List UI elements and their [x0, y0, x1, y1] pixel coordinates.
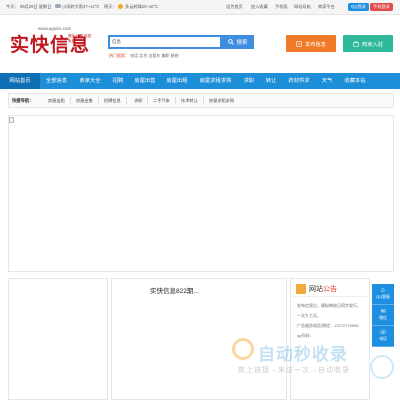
quick-link-used-car[interactable]: 二手汽车 — [153, 98, 170, 104]
broken-image-icon — [9, 117, 14, 123]
merchant-button[interactable]: 商家入驻 — [343, 35, 393, 52]
center-panel — [111, 278, 287, 400]
nav-house-sale[interactable]: 房屋出售 — [129, 73, 161, 89]
main-nav: 网站首页 全部信息 商家大全 招聘 房屋出售 房屋出租 房屋求租求购 求职 转让… — [0, 73, 400, 89]
left-panel — [8, 278, 108, 400]
logo-slogan: 便民·快捷 信息·免费 — [68, 34, 93, 43]
loading-icon — [370, 355, 394, 379]
search-icon — [228, 39, 235, 45]
store-icon — [353, 40, 359, 47]
tomorrow-label: 明天： — [104, 4, 117, 9]
quick-nav-label: 快捷导航： — [12, 98, 34, 103]
divider — [203, 97, 204, 104]
divider — [98, 97, 99, 104]
quick-link-job-seek[interactable]: 求职 — [134, 98, 142, 104]
notice-line: 广告服务电话/微信：13772770000 — [297, 323, 359, 328]
quick-link-house-wanted[interactable]: 房屋求租求购 — [209, 98, 234, 104]
hot-word[interactable]: 兼职 — [162, 53, 170, 58]
rain-cloud-icon — [55, 4, 61, 8]
site-nav-link[interactable]: 网站导航 — [294, 4, 311, 10]
mobile-login-button[interactable]: 手机登录 — [370, 3, 393, 11]
notice-line: qq号码： — [297, 333, 314, 338]
notice-line: 一次九七天。 — [297, 313, 321, 318]
nav-merchants[interactable]: 商家大全 — [73, 73, 107, 89]
divider — [147, 97, 148, 104]
hot-word[interactable]: 出租车 — [148, 53, 160, 58]
hot-word[interactable]: 北京 — [139, 53, 147, 58]
watermark-logo — [232, 338, 254, 360]
notice-line: 发布信息后，模拟审核日同步发行， — [297, 303, 361, 308]
center-panel-title[interactable]: 实快信息822期... — [150, 285, 199, 295]
merchant-button-label: 商家入驻 — [361, 41, 384, 48]
divider — [290, 296, 370, 297]
qq-login-button[interactable]: QQ登录 — [348, 3, 369, 11]
banner-area — [8, 115, 394, 272]
sun-icon — [118, 4, 123, 9]
top-bar: 今天： 06月29日 星期日 小雨转大雨27~14°C 明天： 多云转晴20~1… — [0, 0, 400, 15]
hot-word[interactable]: 电话 — [130, 53, 138, 58]
phone-icon: ☏ — [379, 330, 387, 336]
divider — [126, 97, 127, 104]
nav-job-seek[interactable]: 求职 — [238, 73, 260, 89]
megaphone-icon — [296, 284, 306, 294]
phone-label: 电话 — [379, 337, 387, 341]
date-text: 06月29日 星期日 — [20, 4, 52, 9]
search-button[interactable]: 搜索 — [222, 35, 254, 49]
hot-search: 热门搜索： 电话 北京 出租车 兼职 装修 — [109, 53, 179, 59]
edit-icon — [296, 40, 302, 47]
watermark-subtext: 数上链接→来访一次→自动收录 — [238, 367, 350, 374]
qq-service-label: QQ客服 — [376, 295, 390, 299]
tomorrow-weather: 多云转晴20~10°C — [125, 4, 159, 9]
hot-search-label: 热门搜索： — [109, 53, 129, 58]
nav-all-info[interactable]: 全部信息 — [40, 73, 73, 89]
merchant-platform-link[interactable]: 商家平台 — [318, 4, 335, 10]
nav-house-wanted[interactable]: 房屋求租求购 — [193, 73, 238, 89]
nav-recruit[interactable]: 招聘 — [107, 73, 129, 89]
notice-title-b: 公告 — [323, 286, 337, 293]
divider — [175, 97, 176, 104]
hot-word[interactable]: 装修 — [171, 53, 179, 58]
qq-service-button[interactable]: ☺ QQ客服 — [372, 284, 394, 305]
nav-transfer[interactable]: 转让 — [260, 73, 282, 89]
today-weather: 小雨转大雨27~14°C — [62, 4, 100, 9]
phone-button[interactable]: ☏ 电话 — [372, 326, 394, 347]
wechat-icon: ✉ — [380, 309, 386, 315]
nav-bookmark[interactable]: 收藏本站 — [338, 73, 372, 89]
wechat-label: 微信 — [379, 316, 387, 320]
nav-house-rent[interactable]: 房屋出租 — [161, 73, 193, 89]
quick-link-house-rent[interactable]: 房屋出租 — [48, 98, 65, 104]
publish-button[interactable]: 发布信息 — [286, 35, 336, 52]
mobile-version-link[interactable]: 手机版 — [275, 4, 288, 10]
add-favorite-link[interactable]: 加入收藏 — [251, 4, 268, 10]
nav-home[interactable]: 网站首页 — [0, 73, 40, 89]
quick-link-tech-transfer[interactable]: 技术转让 — [181, 98, 198, 104]
nav-herbs[interactable]: 药材供求 — [282, 73, 316, 89]
publish-button-label: 发布信息 — [304, 41, 327, 48]
notice-title: 网站公告 — [309, 284, 337, 294]
search-input[interactable] — [110, 37, 224, 47]
search-button-label: 搜索 — [236, 40, 248, 46]
divider — [70, 97, 71, 104]
quick-nav — [8, 93, 394, 108]
set-homepage-link[interactable]: 设为首页 — [226, 4, 243, 10]
quick-link-recruit[interactable]: 招聘信息 — [104, 98, 121, 104]
chat-icon: ☺ — [379, 288, 387, 294]
wechat-button[interactable]: ✉ 微信 — [372, 305, 394, 326]
nav-weather[interactable]: 天气 — [316, 73, 338, 89]
watermark-text: 自动秒收录 — [258, 345, 348, 364]
notice-title-a: 网站 — [309, 286, 323, 293]
quick-link-house-sale[interactable]: 房屋出售 — [76, 98, 93, 104]
today-label: 今天： — [6, 4, 19, 9]
